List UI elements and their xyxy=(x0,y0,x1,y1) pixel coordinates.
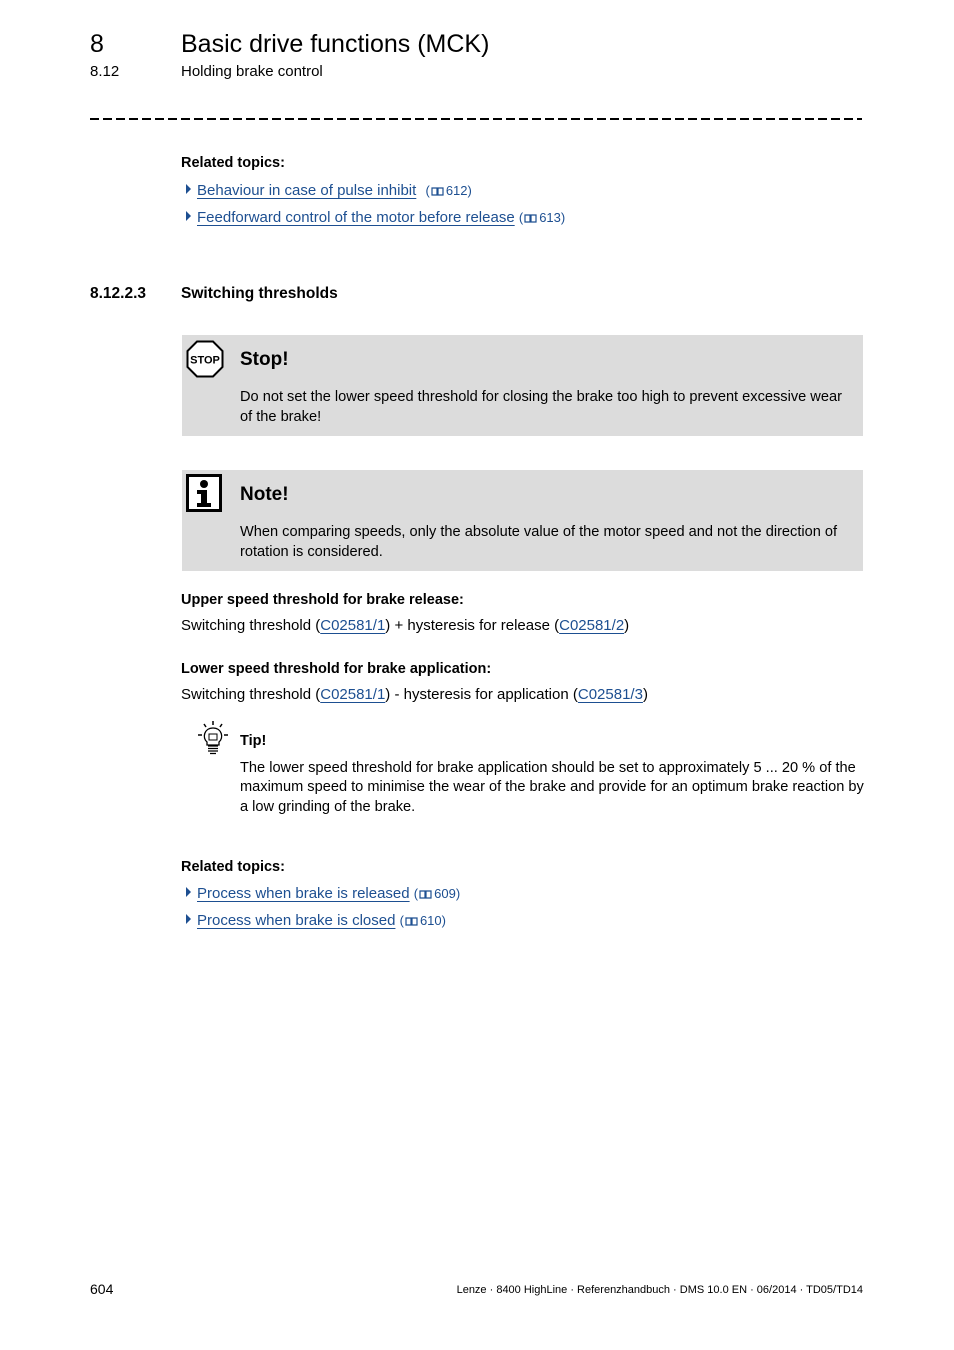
arrow-right-icon xyxy=(186,887,191,897)
lower-threshold-formula: Switching threshold (C02581/1) - hystere… xyxy=(181,686,648,703)
tip-title: Tip! xyxy=(240,733,267,749)
related-topics-heading-bottom: Related topics: xyxy=(181,859,285,875)
book-icon xyxy=(431,187,444,196)
related-topics-heading-top: Related topics: xyxy=(181,155,285,171)
note-box: Note! When comparing speeds, only the ab… xyxy=(182,470,863,571)
related-topic-label[interactable]: Process when brake is released xyxy=(197,885,410,902)
upper-threshold-heading: Upper speed threshold for brake release: xyxy=(181,592,464,608)
stop-warning-box: STOP Stop! Do not set the lower speed th… xyxy=(182,335,863,436)
related-topic-link[interactable]: Behaviour in case of pulse inhibit (612) xyxy=(186,181,472,201)
page-reference[interactable]: (613) xyxy=(519,210,565,225)
arrow-right-icon xyxy=(186,211,191,221)
book-icon xyxy=(405,917,418,926)
page-reference[interactable]: (610) xyxy=(400,913,446,928)
related-topic-label[interactable]: Behaviour in case of pulse inhibit xyxy=(197,182,416,199)
note-text: When comparing speeds, only the absolute… xyxy=(240,524,838,560)
header-divider xyxy=(90,118,862,120)
page-reference[interactable]: (609) xyxy=(414,886,460,901)
tip-text: The lower speed threshold for brake appl… xyxy=(240,760,864,815)
parameter-link-c02581-1[interactable]: C02581/1 xyxy=(320,686,385,703)
subsection-number: 8.12.2.3 xyxy=(90,285,147,302)
related-topic-label[interactable]: Process when brake is closed xyxy=(197,912,395,929)
lightbulb-icon xyxy=(198,721,228,755)
stop-text: Do not set the lower speed threshold for… xyxy=(240,389,842,425)
section-title: Holding brake control xyxy=(181,63,323,80)
related-topic-link[interactable]: Process when brake is closed (610) xyxy=(186,911,446,931)
arrow-right-icon xyxy=(186,184,191,194)
upper-threshold-formula: Switching threshold (C02581/1) + hystere… xyxy=(181,617,630,634)
footer-info: Lenze · 8400 HighLine · Referenzhandbuch… xyxy=(456,1284,863,1296)
stop-icon-text: STOP xyxy=(190,355,220,367)
lower-threshold-heading: Lower speed threshold for brake applicat… xyxy=(181,661,492,677)
related-topic-link[interactable]: Process when brake is released (609) xyxy=(186,884,460,904)
subsection-title: Switching thresholds xyxy=(181,285,338,302)
arrow-right-icon xyxy=(186,914,191,924)
section-number: 8.12 xyxy=(90,63,120,80)
parameter-link-c02581-2[interactable]: C02581/2 xyxy=(559,617,624,634)
chapter-title: Basic drive functions (MCK) xyxy=(181,30,490,58)
book-icon xyxy=(419,890,432,899)
page-reference[interactable]: (612) xyxy=(425,183,471,198)
related-topic-label[interactable]: Feedforward control of the motor before … xyxy=(197,209,515,226)
stop-sign-icon: STOP xyxy=(186,340,224,378)
note-title: Note! xyxy=(240,484,289,505)
related-topic-link[interactable]: Feedforward control of the motor before … xyxy=(186,208,565,228)
chapter-number: 8 xyxy=(90,30,104,58)
info-icon xyxy=(186,474,222,512)
parameter-link-c02581-1[interactable]: C02581/1 xyxy=(320,617,385,634)
book-icon xyxy=(524,214,537,223)
page-number: 604 xyxy=(90,1281,114,1297)
parameter-link-c02581-3[interactable]: C02581/3 xyxy=(578,686,643,703)
stop-title: Stop! xyxy=(240,349,289,370)
